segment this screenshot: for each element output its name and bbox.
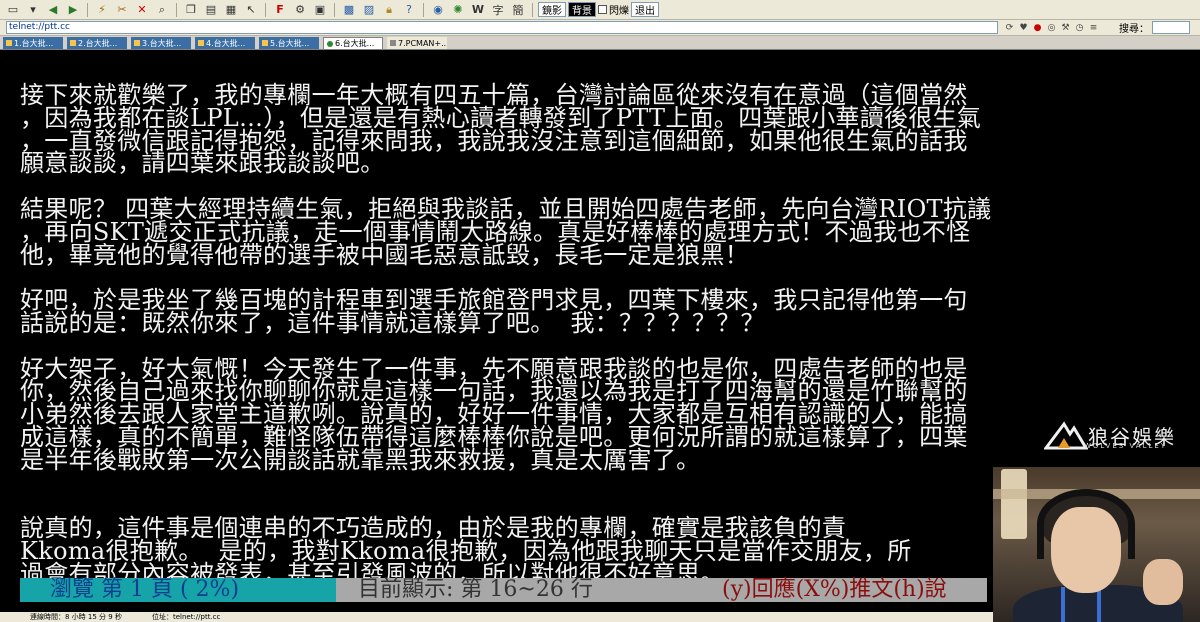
help-icon[interactable]: ?: [400, 2, 418, 18]
eye-icon[interactable]: ◎: [1046, 22, 1057, 33]
row-range-indicator: 目前顯示: 第 16~26 行: [336, 578, 712, 602]
address-icons: ⟳ ♥ ● ◎ ⚒ ◷ ≡: [1004, 22, 1099, 33]
main-toolbar: ▭ ▾ ◀ ▶ ⚡ ✂ ✕ ⌕ ❐ ▤ ▦ ↖ F ⚙ ▣ ▩ ▨ 🔒︎ ? ◉…: [0, 0, 1200, 20]
forward-icon[interactable]: ▶: [64, 2, 82, 18]
tab-2[interactable]: 2.台大批...: [67, 37, 127, 49]
tool-icon[interactable]: ⚒: [1060, 22, 1071, 33]
tab-status-icon: [134, 40, 140, 46]
wiki-icon[interactable]: W: [469, 2, 487, 18]
watermark-subtext: WOLVES VALLEY: [1084, 442, 1168, 450]
toolbar-divider: [423, 2, 424, 17]
search-label: 搜尋：: [1119, 24, 1149, 35]
clock-icon[interactable]: ◷: [1074, 22, 1085, 33]
article-line: 他，畢竟他的覺得他帶的選手被中國毛惡意詆毀，長毛一定是狼黑！: [20, 240, 749, 269]
article-line: 是半年後戰敗第一次公開談話就靠黑我來救援，真是太厲害了。: [20, 445, 701, 474]
font-icon[interactable]: F: [271, 2, 289, 18]
tab-1[interactable]: 1.台大批...: [3, 37, 63, 49]
new-icon[interactable]: ▭: [4, 2, 22, 18]
connection-tabs: 1.台大批... 2.台大批... 3.台大批... 4.台大批... 5.台大…: [0, 36, 1200, 50]
toolbar-divider: [334, 2, 335, 17]
browser-icon[interactable]: ◉: [429, 2, 447, 18]
back-icon[interactable]: ◀: [44, 2, 62, 18]
tab-label: 5.台大批...: [270, 38, 310, 48]
tab-4[interactable]: 4.台大批...: [195, 37, 255, 49]
browse-page-indicator: 瀏覽 第 1 頁 ( 2%): [20, 578, 336, 602]
close-icon[interactable]: ✕: [133, 2, 151, 18]
image-icon[interactable]: ▨: [360, 2, 378, 18]
tab-5[interactable]: 5.台大批...: [259, 37, 319, 49]
toolbar-divider: [176, 2, 177, 17]
ptt-logo-icon[interactable]: ✺: [449, 2, 467, 18]
toolbar-divider: [265, 2, 266, 17]
article-line: 話說的是：既然你來了，這件事情就這樣算了吧。 我：？？？？？？: [20, 309, 765, 337]
screen-icon[interactable]: ▣: [311, 2, 329, 18]
window-status-bar: 連線時間：8 小時 15 分 9 秒 位址：telnet://ptt.cc: [0, 612, 993, 622]
connection-location: 位址：telnet://ptt.cc: [151, 613, 221, 621]
article-status-bar: 瀏覽 第 1 頁 ( 2%) 目前顯示: 第 16~26 行 (y)回應(X%)…: [20, 578, 1020, 602]
select-all-icon[interactable]: ▦: [222, 2, 240, 18]
pointer-icon[interactable]: ↖: [242, 2, 260, 18]
image-icon[interactable]: ▩: [340, 2, 358, 18]
tab-label: 3.台大批...: [142, 38, 182, 48]
convert-icon[interactable]: 簡: [509, 2, 527, 18]
tab-3[interactable]: 3.台大批...: [131, 37, 191, 49]
tab-status-icon: [70, 40, 76, 46]
settings-icon[interactable]: ⚙: [291, 2, 309, 18]
streamer-hand: [1143, 559, 1183, 605]
tab-6[interactable]: 6.台大批...: [323, 37, 383, 49]
tab-label: 1.台大批...: [14, 38, 54, 48]
tab-label: 4.台大批...: [206, 38, 246, 48]
command-hints: (y)回應(X%)推文(h)說: [712, 578, 987, 602]
tab-label: 2.台大批...: [78, 38, 118, 48]
paste-icon[interactable]: ▤: [202, 2, 220, 18]
background-lamp: [1001, 469, 1027, 539]
connection-time: 連線時間：8 小時 15 分 9 秒: [30, 613, 122, 621]
address-input[interactable]: telnet://ptt.cc: [6, 21, 998, 34]
article-line: 願意談談，請四葉來跟我談談吧。: [20, 149, 385, 178]
go-icon[interactable]: ⟳: [1004, 22, 1015, 33]
toolbar-divider: [532, 2, 533, 17]
menu-icon[interactable]: ≡: [1088, 22, 1099, 33]
tab-status-icon: [198, 40, 204, 46]
background-button[interactable]: 背景: [568, 2, 596, 17]
tab-status-icon: [262, 40, 268, 46]
disconnect-icon[interactable]: ✂: [113, 2, 131, 18]
address-bar: telnet://ptt.cc ⟳ ♥ ● ◎ ⚒ ◷ ≡ 搜尋：: [0, 20, 1200, 36]
mirror-button[interactable]: 鏡影: [538, 2, 566, 17]
text-icon[interactable]: 字: [489, 2, 507, 18]
tab-label: 6.台大批...: [335, 39, 375, 48]
wolf-logo-icon: [1044, 421, 1088, 450]
tab-status-icon: [390, 40, 396, 46]
tab-7[interactable]: 7.PCMAN+...: [387, 37, 447, 49]
blink-checkbox[interactable]: 閃爍: [598, 2, 629, 17]
copy-icon[interactable]: ❐: [182, 2, 200, 18]
headset: [1037, 489, 1135, 559]
dropdown-arrow-icon[interactable]: ▾: [24, 2, 42, 18]
find-icon[interactable]: ⌕: [153, 2, 171, 18]
favorite-icon[interactable]: ♥: [1018, 22, 1029, 33]
toolbar-divider: [87, 2, 88, 17]
checkbox-box[interactable]: [598, 5, 607, 14]
channel-watermark: 狼谷娛樂 WOLVES VALLEY: [1044, 410, 1194, 460]
tab-status-icon: [327, 40, 333, 47]
exit-button[interactable]: 退出: [631, 2, 659, 17]
lock-icon[interactable]: 🔒︎: [380, 2, 398, 18]
webcam-overlay: [993, 467, 1200, 622]
search-input[interactable]: [1152, 21, 1190, 34]
connect-icon[interactable]: ⚡: [93, 2, 111, 18]
tab-label: 7.PCMAN+...: [398, 38, 447, 48]
blink-label: 閃爍: [609, 6, 629, 17]
record-icon[interactable]: ●: [1032, 22, 1043, 33]
tab-status-icon: [6, 40, 12, 46]
